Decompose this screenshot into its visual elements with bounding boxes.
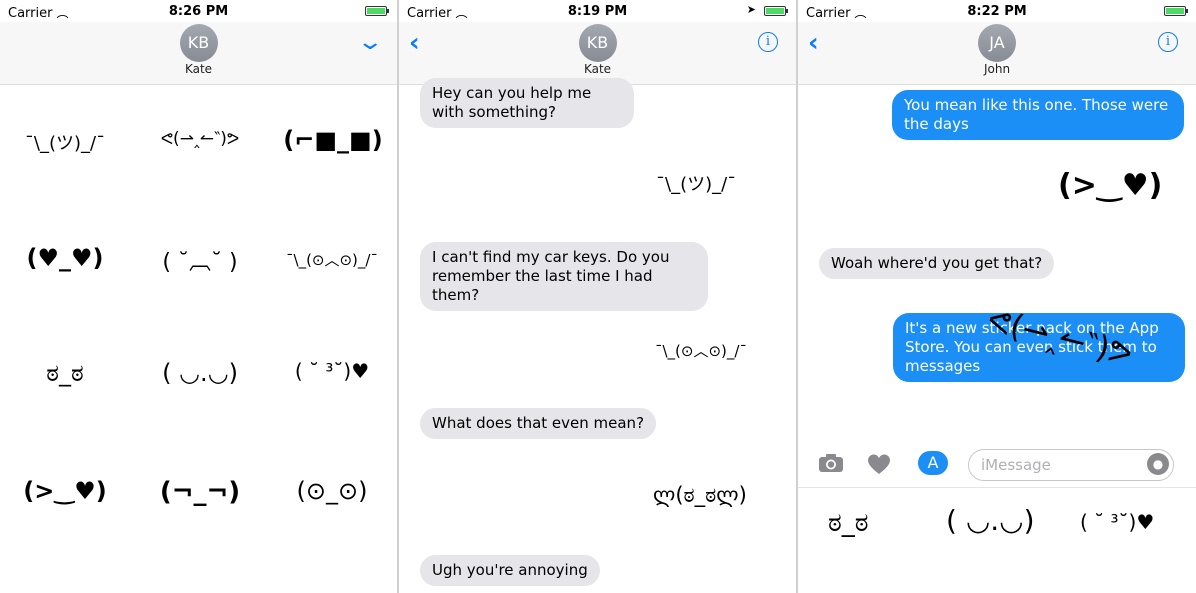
message-bubble-incoming: What does that even mean? [420, 408, 657, 439]
message-bubble-incoming: Woah where'd you get that? [819, 248, 1055, 279]
back-chevron-icon[interactable]: ‹ [409, 28, 420, 58]
message-sticker: ლ(ಠ_ಠლ) [653, 483, 747, 507]
message-sticker: ¯\_(ツ)_/¯ [656, 174, 737, 195]
sticker[interactable]: (⌐■_■) [273, 126, 393, 154]
sticker[interactable]: ¯\_(⊙︿⊙)_/¯ [272, 249, 392, 270]
battery-icon [365, 6, 389, 16]
phone-screen-conversation-kate: Carrier ︵ 8:19 PM ➤ ‹ KB Kate i Hey can y… [399, 0, 796, 593]
message-sticker: (>‿♥) [1058, 168, 1163, 203]
info-icon[interactable]: i [758, 32, 778, 52]
contact-name: Kate [583, 62, 612, 76]
sticker[interactable]: ( ◡.◡) [140, 359, 260, 387]
sticker[interactable]: (♥_♥) [5, 244, 125, 272]
message-bubble-incoming: Ugh you're annoying [420, 555, 600, 586]
status-time: 8:26 PM [168, 4, 229, 19]
avatar[interactable]: KB [578, 24, 617, 62]
imessage-field[interactable]: ● [968, 449, 1174, 481]
message-input[interactable] [969, 450, 1133, 480]
sticker[interactable]: ᕙ(⇀‸↼‶)ᕗ [140, 129, 260, 149]
chevron-down-icon[interactable]: ⌄ [356, 30, 384, 55]
sticker-drawer: ಠ_ಠ ( ◡.◡) ( ˘ ³˘)♥ [798, 487, 1196, 593]
sticker[interactable]: (¬_¬) [140, 477, 260, 507]
avatar[interactable]: JA [978, 24, 1016, 62]
status-time: 8:19 PM [567, 4, 628, 19]
status-bar: Carrier ︵ 8:19 PM ➤ [399, 0, 796, 22]
sticker[interactable]: ( ◡.◡) [946, 504, 1035, 537]
battery-icon [764, 6, 788, 16]
message-bubble-outgoing: You mean like this one. Those were the d… [892, 90, 1184, 140]
contact-name: Kate [184, 62, 213, 76]
digital-touch-heart-icon[interactable] [866, 453, 892, 480]
sticker[interactable]: ( ˘︹˘ ) [140, 244, 260, 276]
info-icon[interactable]: i [1158, 32, 1178, 52]
phone-screen-conversation-john: Carrier ︵ 8:22 PM ‹ JA John i You mean li… [798, 0, 1196, 593]
camera-icon[interactable] [818, 453, 844, 478]
status-bar: Carrier ︵ 8:26 PM [0, 0, 397, 22]
avatar[interactable]: KB [179, 24, 218, 62]
sticker[interactable]: (>‿♥) [5, 477, 125, 505]
sticker[interactable]: ( ˘ ³˘)♥ [1080, 510, 1154, 534]
message-sticker: ¯\_(⊙︿⊙)_/¯ [655, 342, 747, 360]
app-store-icon[interactable]: A [918, 451, 948, 475]
microphone-icon[interactable]: ● [1147, 453, 1169, 475]
message-bubble-incoming: I can't find my car keys. Do you remembe… [420, 242, 708, 311]
sticker[interactable]: ಠ_ಠ [828, 508, 869, 539]
back-chevron-icon[interactable]: ‹ [808, 28, 819, 58]
contact-name: John [983, 62, 1011, 76]
location-icon: ➤ [746, 3, 756, 16]
navbar: KB Kate ⌄ [0, 22, 397, 85]
navbar: ‹ JA John i [798, 22, 1196, 85]
status-time: 8:22 PM [967, 4, 1027, 19]
sticker[interactable]: ( ˘ ³˘)♥ [272, 359, 392, 383]
status-bar: Carrier ︵ 8:22 PM [798, 0, 1196, 22]
battery-icon [1164, 6, 1188, 16]
sticker[interactable]: ಠ_ಠ [5, 359, 125, 387]
input-toolbar: A ● [798, 445, 1196, 485]
sticker[interactable]: (⊙_⊙) [272, 477, 392, 505]
navbar: ‹ KB Kate i [399, 22, 796, 85]
message-bubble-incoming: Hey can you help me with something? [420, 78, 634, 128]
sticker[interactable]: ¯\_(ツ)_/¯ [5, 129, 125, 155]
phone-screen-sticker-app: Carrier ︵ 8:26 PM KB Kate ⌄ ¯\_(ツ)_/¯ ᕙ(⇀… [0, 0, 397, 593]
